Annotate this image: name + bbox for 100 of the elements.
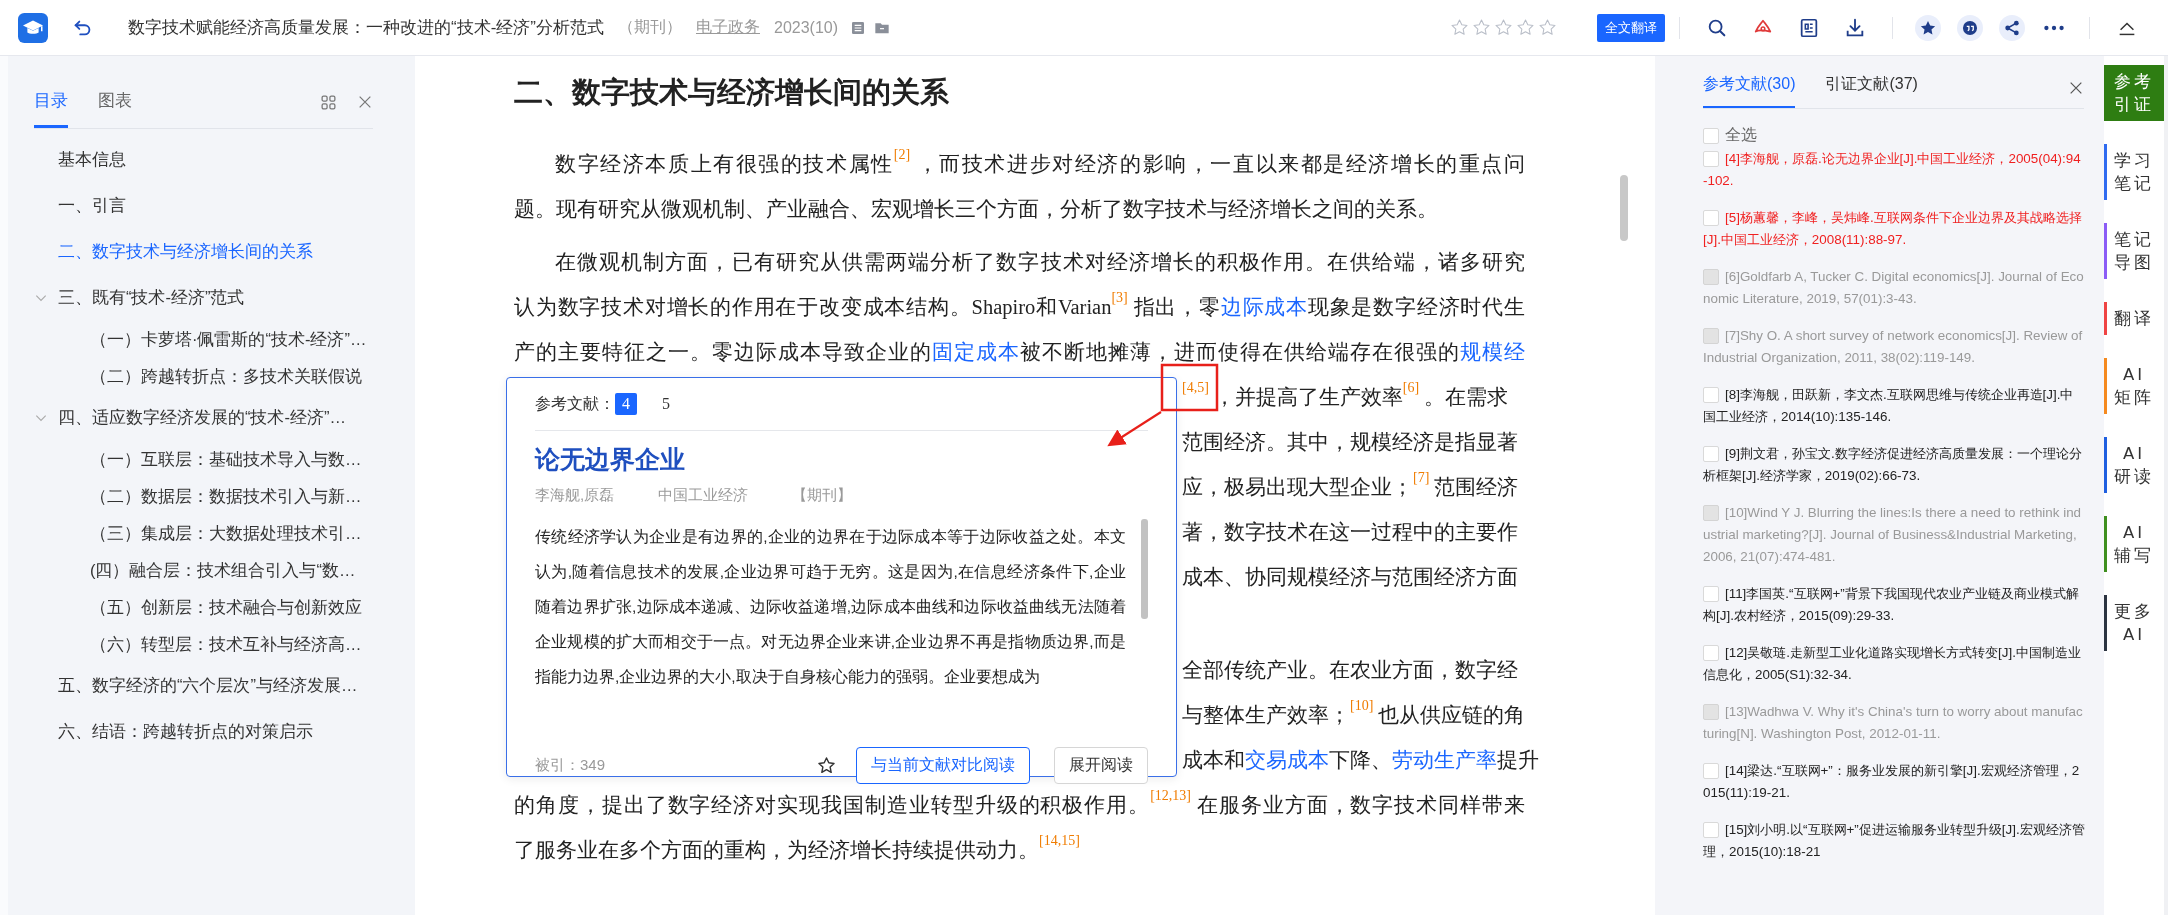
toc-item[interactable]: （一）互联层：基础技术导入与数… <box>90 448 362 471</box>
tool-label[interactable]: 翻译 <box>2113 307 2155 330</box>
body-text: 全部传统产业。在农业方面，数字经 <box>1182 659 1518 681</box>
checkbox[interactable] <box>1703 763 1719 779</box>
toc-item[interactable]: 六、结语：跨越转折点的对策启示 <box>58 721 313 743</box>
tool-label[interactable]: 笔记导图 <box>2113 228 2155 274</box>
term-link[interactable]: 边际成本 <box>1220 296 1308 318</box>
tool-button[interactable]: AI研读 <box>2104 437 2164 493</box>
star-icon[interactable] <box>1450 18 1469 37</box>
toc-item[interactable]: 五、数字经济的“六个层次”与经济发展… <box>58 675 358 697</box>
body-text: 的角度，提出了数字经济对实现我国制造业转型升级的积极作用。 <box>514 794 1151 816</box>
star-rating[interactable] <box>1450 18 1557 37</box>
term-link[interactable]: 固定成本 <box>932 341 1020 363</box>
panel-tab[interactable]: 参考文献(30) <box>1703 68 1796 108</box>
toc-item[interactable]: （六）转型层：技术互补与经济高… <box>90 633 362 656</box>
reference-text[interactable]: [9]荆文君，孙宝文.数字经济促进经济高质量发展：一个理论分析框架[J].经济学家，2019(02):66-73. <box>1703 443 2085 487</box>
body-text: 数字经济本质上有很强的技术属性 <box>555 153 894 175</box>
toc-item[interactable]: （二）数据层：数据技术引入与新… <box>90 485 362 508</box>
reference-text[interactable]: [8]李海舰，田跃新，李文杰.互联网思维与传统企业再造[J].中国工业经济，2014(10):135-146. <box>1703 384 2085 428</box>
reference-text[interactable]: [15]刘小明.以“互联网+”促进运输服务业转型升级[J].宏观经济管理，2015(10):18-21 <box>1703 819 2085 863</box>
term-link[interactable]: 交易成本 <box>1245 749 1329 771</box>
expand-button[interactable]: 展开阅读 <box>1054 747 1148 784</box>
star-icon[interactable] <box>1516 18 1535 37</box>
star-icon[interactable] <box>1494 18 1513 37</box>
quote-icon[interactable] <box>1957 14 1983 41</box>
reference-text[interactable]: [11]李国英.“互联网+”背景下我国现代农业产业链及商业模式解构[J].农村经济，2015(09):29-33. <box>1703 583 2085 627</box>
body-text: 了服务业在多个方面的重构，为经济增长持续提供动力。 <box>514 839 1039 861</box>
tool-label[interactable]: 参考引证 <box>2113 70 2155 116</box>
tool-label[interactable]: 学习笔记 <box>2113 149 2155 195</box>
toc-item[interactable]: (四）融合层：技术组合引入与“数… <box>90 559 356 582</box>
tool-button[interactable]: 学习笔记 <box>2104 144 2164 200</box>
body-text: 应，极易出现大型企业； <box>1182 476 1413 498</box>
grid-icon[interactable] <box>320 93 337 111</box>
citation-count: 被引：349 <box>535 756 606 775</box>
toc-item[interactable]: （一）卡萝塔·佩雷斯的“技术-经济”… <box>90 328 367 351</box>
checkbox[interactable] <box>1703 822 1719 838</box>
reference-tab[interactable]: 4 <box>615 393 637 415</box>
translate-button[interactable]: 全文翻译 <box>1597 13 1665 42</box>
body-text: 在服务业方面，数字技术同样带来 <box>1195 794 1525 816</box>
reference-text[interactable]: [5]杨蕙馨，李峰，吴炜峰.互联网条件下企业边界及其战略选择[J].中国工业经济，2008(11):88-97. <box>1703 207 2085 251</box>
tool-label[interactable]: AI矩阵 <box>2113 363 2155 409</box>
share-icon[interactable] <box>1999 14 2025 41</box>
checkbox[interactable] <box>1703 151 1719 167</box>
body-text: 指出，零 <box>1132 296 1221 318</box>
tool-label[interactable]: 更多AI <box>2113 600 2155 646</box>
tool-button[interactable]: 笔记导图 <box>2104 223 2164 279</box>
toc-item[interactable]: （五）创新层：技术融合与创新效应 <box>90 596 362 619</box>
toc-item[interactable]: 基本信息 <box>58 149 126 171</box>
toc-item[interactable]: 三、既有“技术-经济”范式 <box>58 287 245 309</box>
select-all-label[interactable]: 全选 <box>1725 125 1757 146</box>
body-text: 提升 <box>1497 749 1539 771</box>
toc-tab[interactable]: 图表 <box>98 76 132 128</box>
body-text: ，并提高了生产效率 <box>1213 386 1403 408</box>
close-icon[interactable] <box>357 94 373 110</box>
body-text: 产的主要特征之一。零边际成本导致企业的 <box>514 341 932 363</box>
tool-button[interactable]: 翻译 <box>2104 302 2164 335</box>
body-text: 认为数字技术对增长的作用在于改变成本结构。Shapiro和Varian <box>514 296 1112 318</box>
graduation-cap-logo[interactable] <box>18 12 48 43</box>
toc-item[interactable]: （二）跨越转折点：多技术关联假说 <box>90 365 362 388</box>
pointer-arrow <box>1107 411 1162 447</box>
reference-text[interactable]: [4]李海舰，原磊.论无边界企业[J].中国工业经济，2005(04):94-102. <box>1703 148 2085 192</box>
body-text: 与整体生产效率； <box>1182 704 1350 726</box>
scrollbar[interactable] <box>1620 175 1628 241</box>
star-icon[interactable] <box>1472 18 1491 37</box>
toc-tab[interactable]: 目录 <box>34 76 68 128</box>
close-icon[interactable] <box>2068 80 2084 96</box>
checkbox[interactable] <box>1703 387 1719 403</box>
term-link[interactable]: 劳动生产率 <box>1392 749 1497 771</box>
checkbox[interactable] <box>1703 446 1719 462</box>
checkbox[interactable] <box>1703 645 1719 661</box>
star-icon[interactable] <box>1538 18 1557 37</box>
list-icon[interactable] <box>850 19 867 36</box>
tool-button[interactable]: 参考引证 <box>2104 65 2164 121</box>
term-link[interactable]: 规模经 <box>1460 341 1525 363</box>
panel-tab[interactable]: 引证文献(37) <box>1825 68 1918 108</box>
document-icon[interactable] <box>1798 16 1820 39</box>
checkbox[interactable] <box>1703 586 1719 602</box>
reference-title[interactable]: 论无边界企业 <box>535 443 1148 476</box>
body-text: 也从供应链的角 <box>1378 704 1526 726</box>
toc-item[interactable]: 二、数字技术与经济增长间的关系 <box>58 241 313 263</box>
compare-button[interactable]: 与当前文献对比阅读 <box>856 747 1030 784</box>
issue-label: 2023(10) <box>774 18 839 37</box>
tool-button[interactable]: AI矩阵 <box>2104 358 2164 414</box>
tool-button[interactable]: 更多AI <box>2104 595 2164 651</box>
toc-item[interactable]: （三）集成层：大数据处理技术引… <box>90 522 362 545</box>
toc-item[interactable]: 四、适应数字经济发展的“技术-经济”… <box>58 407 346 429</box>
reference-tab[interactable]: 5 <box>655 393 677 415</box>
reference-text[interactable]: [12]吴敬琏.走新型工业化道路实现增长方式转变[J].中国制造业信息化，2005(S1):32-34. <box>1703 642 2085 686</box>
body-text: 下降、 <box>1329 749 1392 771</box>
tool-label[interactable]: AI研读 <box>2113 442 2155 488</box>
publication-type: 【期刊】 <box>792 486 853 505</box>
tool-label[interactable]: AI辅写 <box>2113 521 2155 567</box>
scrollbar[interactable] <box>1141 519 1148 619</box>
reference-text[interactable]: [14]梁达.“互联网+”：服务业发展的新引擎[J].宏观经济管理，2015(11):19-21. <box>1703 760 2085 804</box>
checkbox[interactable] <box>1703 210 1719 226</box>
download-icon[interactable] <box>1844 16 1866 39</box>
tool-button[interactable]: AI辅写 <box>2104 516 2164 572</box>
star-icon[interactable] <box>817 756 836 775</box>
toc-item[interactable]: 一、引言 <box>58 195 126 217</box>
checkbox[interactable] <box>1703 127 1719 144</box>
